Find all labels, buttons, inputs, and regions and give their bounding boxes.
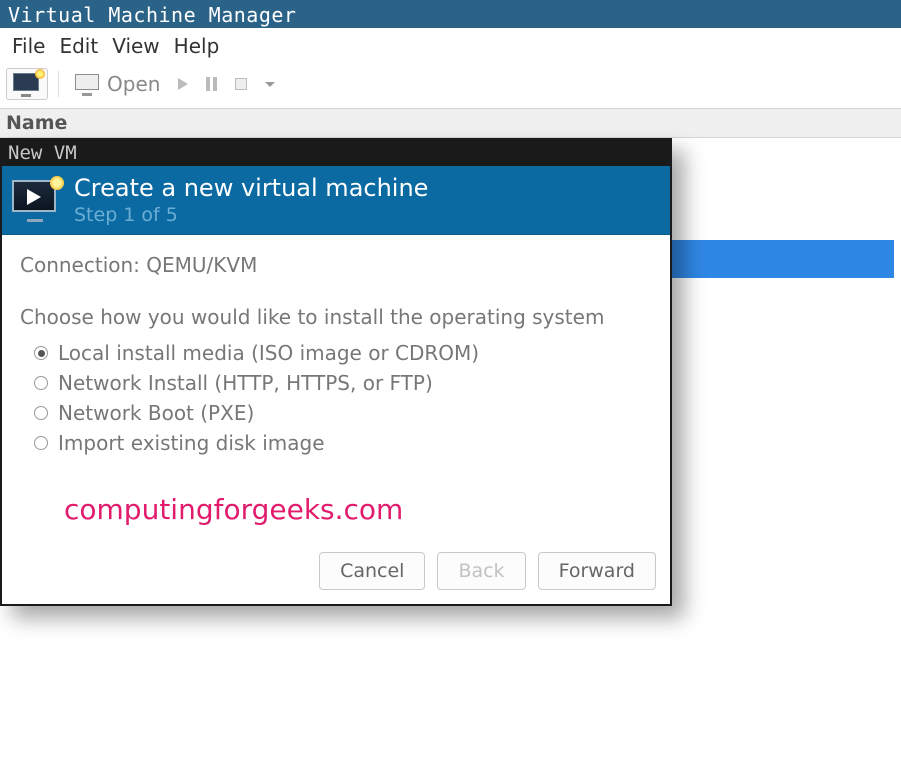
dialog-titlebar[interactable]: New VM [2, 140, 670, 166]
radio-network-install-label: Network Install (HTTP, HTTPS, or FTP) [58, 371, 433, 395]
dialog-banner: Create a new virtual machine Step 1 of 5 [2, 166, 670, 235]
vm-list-area: New VM Create a new virtual machine Step… [0, 138, 901, 778]
install-options: Local install media (ISO image or CDROM)… [20, 341, 652, 455]
menu-view[interactable]: View [106, 32, 165, 60]
toolbar: Open [0, 64, 901, 108]
shutdown-button[interactable] [229, 74, 253, 94]
radio-icon [34, 346, 48, 360]
radio-icon [34, 436, 48, 450]
menu-edit[interactable]: Edit [53, 32, 104, 60]
back-button-label: Back [458, 560, 504, 582]
open-button[interactable]: Open [69, 68, 166, 100]
banner-step: Step 1 of 5 [74, 204, 428, 226]
cancel-button-label: Cancel [340, 560, 404, 582]
banner-heading: Create a new virtual machine [74, 174, 428, 202]
column-header-name-label: Name [6, 112, 67, 134]
radio-network-install[interactable]: Network Install (HTTP, HTTPS, or FTP) [34, 371, 652, 395]
new-vm-dialog: New VM Create a new virtual machine Step… [0, 138, 672, 606]
watermark-text: computingforgeeks.com [64, 493, 652, 526]
run-button[interactable] [172, 74, 194, 94]
install-prompt: Choose how you would like to install the… [20, 305, 652, 329]
radio-network-boot[interactable]: Network Boot (PXE) [34, 401, 652, 425]
forward-button[interactable]: Forward [538, 552, 656, 590]
radio-icon [34, 406, 48, 420]
chevron-down-icon [265, 82, 275, 87]
column-header-name[interactable]: Name [0, 108, 901, 138]
forward-button-label: Forward [559, 560, 635, 582]
window-title: Virtual Machine Manager [8, 3, 296, 27]
radio-import-disk[interactable]: Import existing disk image [34, 431, 652, 455]
dialog-title: New VM [8, 142, 77, 164]
back-button: Back [437, 552, 525, 590]
shutdown-menu-button[interactable] [259, 78, 281, 91]
monitor-icon [75, 74, 101, 94]
menu-file[interactable]: File [6, 32, 51, 60]
connection-label: Connection: QEMU/KVM [20, 253, 652, 277]
pause-button[interactable] [200, 73, 223, 95]
toolbar-separator [58, 71, 59, 97]
menu-help[interactable]: Help [168, 32, 226, 60]
pause-icon [206, 77, 217, 91]
dialog-button-row: Cancel Back Forward [2, 546, 670, 604]
monitor-new-icon [13, 73, 41, 95]
new-vm-button[interactable] [6, 68, 48, 100]
menubar: File Edit View Help [0, 28, 901, 64]
radio-import-disk-label: Import existing disk image [58, 431, 325, 455]
cancel-button[interactable]: Cancel [319, 552, 425, 590]
stop-icon [235, 78, 247, 90]
open-button-label: Open [107, 72, 160, 96]
play-icon [178, 78, 188, 90]
dialog-body: Connection: QEMU/KVM Choose how you woul… [2, 235, 670, 546]
radio-network-boot-label: Network Boot (PXE) [58, 401, 254, 425]
radio-local-media-label: Local install media (ISO image or CDROM) [58, 341, 479, 365]
create-vm-icon [12, 180, 60, 220]
window-titlebar: Virtual Machine Manager [0, 0, 901, 28]
radio-icon [34, 376, 48, 390]
radio-local-media[interactable]: Local install media (ISO image or CDROM) [34, 341, 652, 365]
